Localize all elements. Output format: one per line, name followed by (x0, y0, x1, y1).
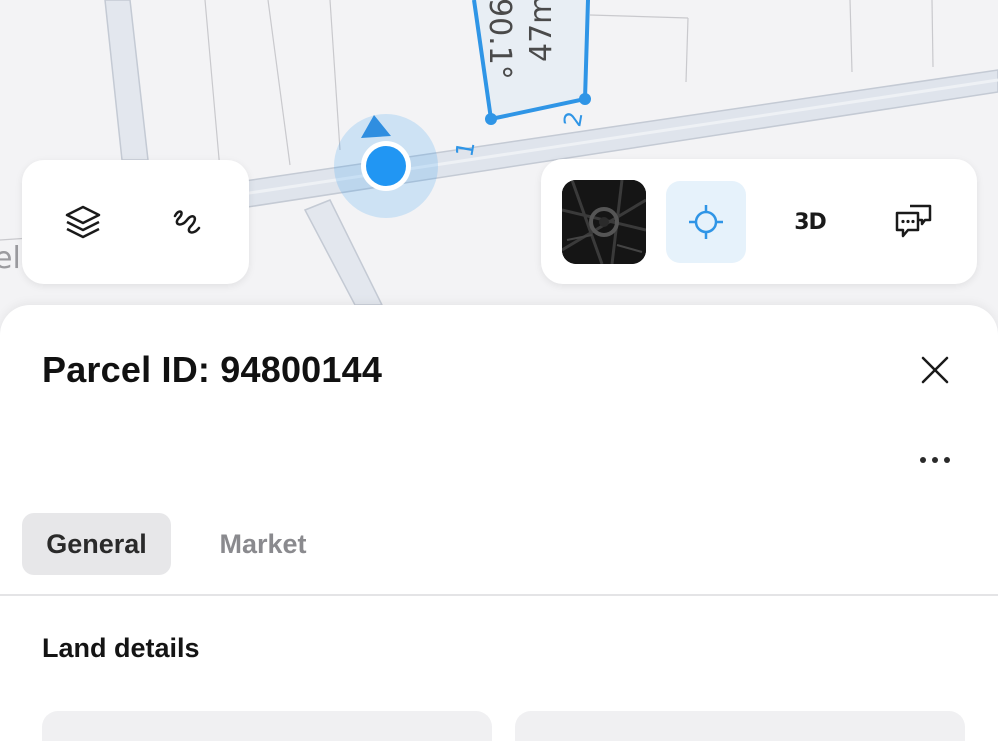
more-dots-icon (920, 457, 950, 463)
chat-bubbles-icon (895, 204, 932, 238)
more-options-button[interactable] (910, 445, 960, 475)
close-icon (921, 356, 949, 384)
map-view-panel: 3D (541, 159, 977, 284)
parcel-title: Parcel ID: 94800144 (42, 349, 383, 390)
map-tools-panel (22, 160, 249, 284)
current-location-marker[interactable] (334, 114, 438, 218)
satellite-thumbnail (562, 180, 646, 264)
land-detail-card (42, 711, 492, 741)
satellite-view-button[interactable] (562, 180, 646, 264)
crosshair-icon (689, 205, 723, 239)
close-button[interactable] (912, 347, 958, 393)
parcel-details-sheet: Parcel ID: 94800144 General Market Land … (0, 305, 998, 745)
3d-label: 3D (794, 209, 827, 235)
parcel-length-label: 47m (524, 0, 559, 62)
parcel-angle-label: 90.1° (482, 0, 517, 80)
3d-view-button[interactable]: 3D (770, 181, 850, 263)
lasso-icon (173, 210, 201, 234)
layers-icon (65, 205, 101, 239)
land-details-heading: Land details (42, 633, 200, 663)
lasso-draw-button[interactable] (147, 181, 227, 263)
tabs-divider (0, 594, 998, 596)
layers-button[interactable] (43, 181, 123, 263)
locate-me-button[interactable] (666, 181, 746, 263)
street-name-fragment: el (0, 241, 21, 276)
tab-market[interactable]: Market (193, 513, 333, 575)
chat-button[interactable] (874, 181, 954, 263)
tab-general[interactable]: General (22, 513, 171, 575)
land-detail-card (515, 711, 965, 741)
